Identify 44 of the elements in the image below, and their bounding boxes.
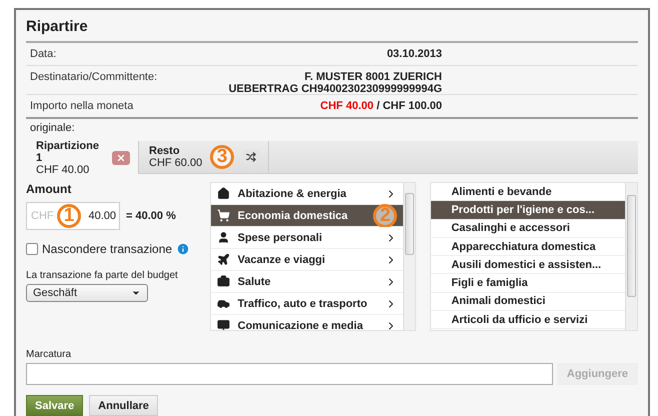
marking-field[interactable] <box>26 363 553 385</box>
field-label: Importo nella moneta <box>30 100 134 112</box>
subcategory-item[interactable]: Prodotti per l'igiene e cos... <box>431 201 625 220</box>
amount-value: 40.00 <box>88 210 116 222</box>
category-item[interactable]: Spese personali <box>210 227 404 249</box>
field-value: 03.10.2013 <box>386 48 442 60</box>
category-item[interactable]: Abitazione & energia <box>210 183 404 205</box>
monitor-icon <box>216 319 230 330</box>
cancel-button[interactable]: Annullare <box>89 395 158 416</box>
field-label: Destinatario/Committente: <box>30 71 158 84</box>
dialog-title: Ripartire <box>26 16 638 44</box>
save-button[interactable]: Salvare <box>26 395 84 416</box>
scrollbar[interactable] <box>625 183 637 330</box>
amount-label: Amount <box>26 182 72 196</box>
percent-text: = 40.00 % <box>126 210 176 222</box>
currency-placeholder: CHF <box>31 210 54 222</box>
field-label: Data: <box>30 48 58 60</box>
hide-checkbox[interactable] <box>26 243 38 255</box>
medical-case-icon <box>216 275 230 288</box>
budget-label: La transazione fa parte del budget <box>26 270 179 281</box>
plane-icon <box>216 253 230 266</box>
subcategory-item[interactable]: Casalinghi e accessori <box>431 220 625 238</box>
field-label: originale: <box>29 121 76 136</box>
field-value: UEBERTRAG CH9400230230999999994G <box>228 83 442 96</box>
category-item[interactable]: Salute <box>210 271 404 293</box>
house-icon <box>216 187 230 200</box>
amount-value: CHF 40.00 / CHF 100.00 <box>320 100 442 112</box>
split-tab[interactable]: Resto CHF 60.00 3 <box>139 141 270 173</box>
amount-field[interactable]: CHF 1 40.00 <box>26 202 120 230</box>
category-item[interactable]: Traffico, auto e trasporto <box>210 293 404 315</box>
split-tab[interactable]: Ripartizione 1 CHF 40.00 <box>26 141 139 174</box>
category-item[interactable]: Economia domestica 2 <box>210 205 404 227</box>
field-value: F. MUSTER 8001 ZUERICH <box>304 71 442 84</box>
cart-icon <box>216 209 230 222</box>
delete-icon[interactable] <box>112 150 130 164</box>
callout-badge: 3 <box>210 145 234 169</box>
checkbox-label: Nascondere transazione <box>42 242 172 256</box>
budget-select[interactable]: Geschäft <box>26 284 148 302</box>
info-icon[interactable] <box>176 242 190 256</box>
scrollbar[interactable] <box>403 183 416 330</box>
person-icon <box>216 231 230 244</box>
marking-label: Marcatura <box>26 349 72 360</box>
category-item[interactable]: Vacanze e viaggi <box>210 249 404 271</box>
callout-badge: 1 <box>57 204 81 228</box>
